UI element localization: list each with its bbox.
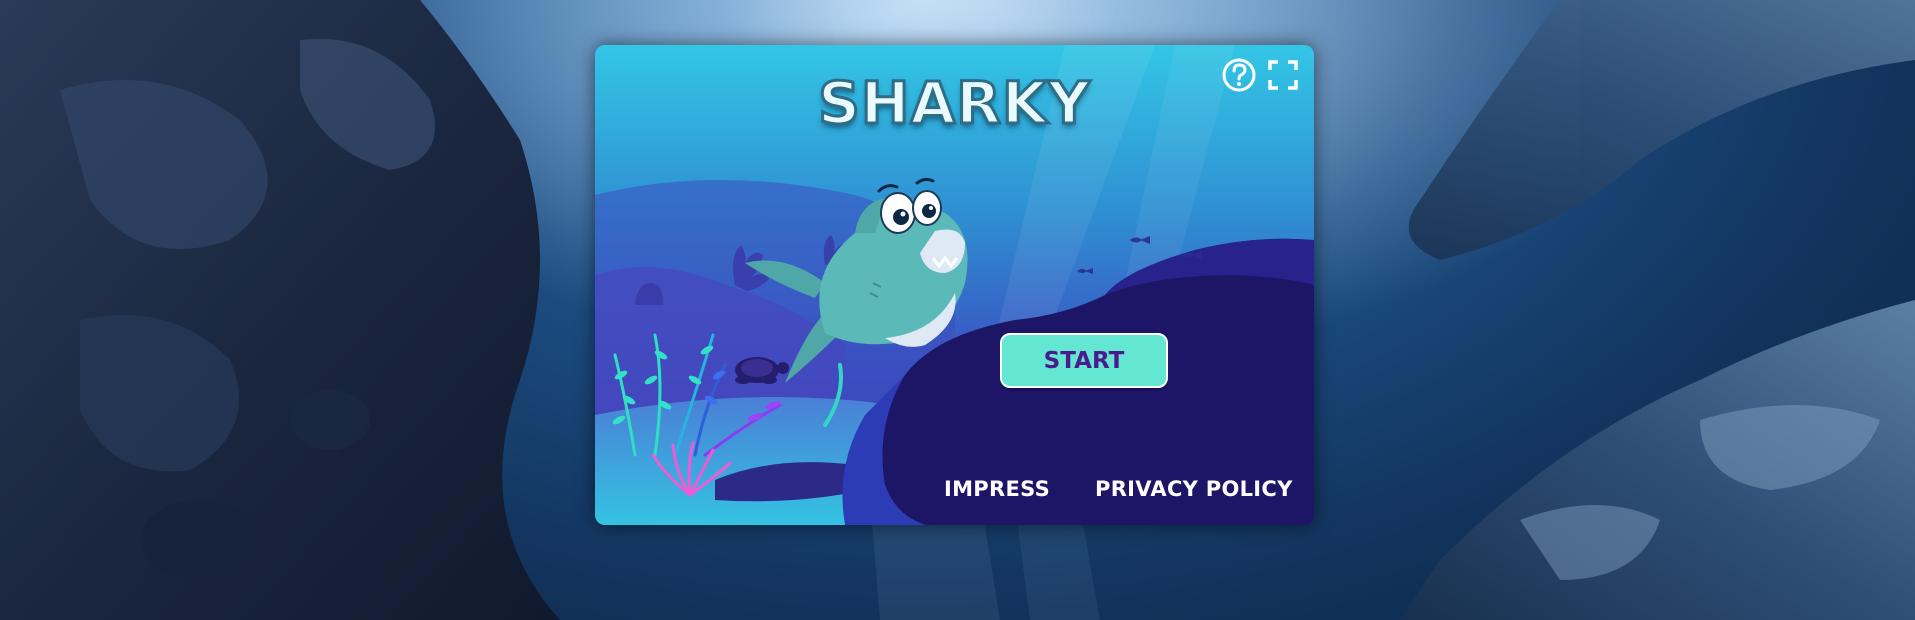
game-title: SHARKY: [817, 68, 1092, 139]
game-frame: SHARKY START IMPRESS PRIVACY POLICY: [595, 45, 1314, 525]
start-button[interactable]: START: [1000, 333, 1168, 388]
privacy-policy-link[interactable]: PRIVACY POLICY: [1095, 477, 1293, 501]
help-icon[interactable]: [1221, 57, 1257, 93]
fullscreen-icon[interactable]: [1265, 57, 1301, 93]
impress-link[interactable]: IMPRESS: [944, 477, 1050, 501]
